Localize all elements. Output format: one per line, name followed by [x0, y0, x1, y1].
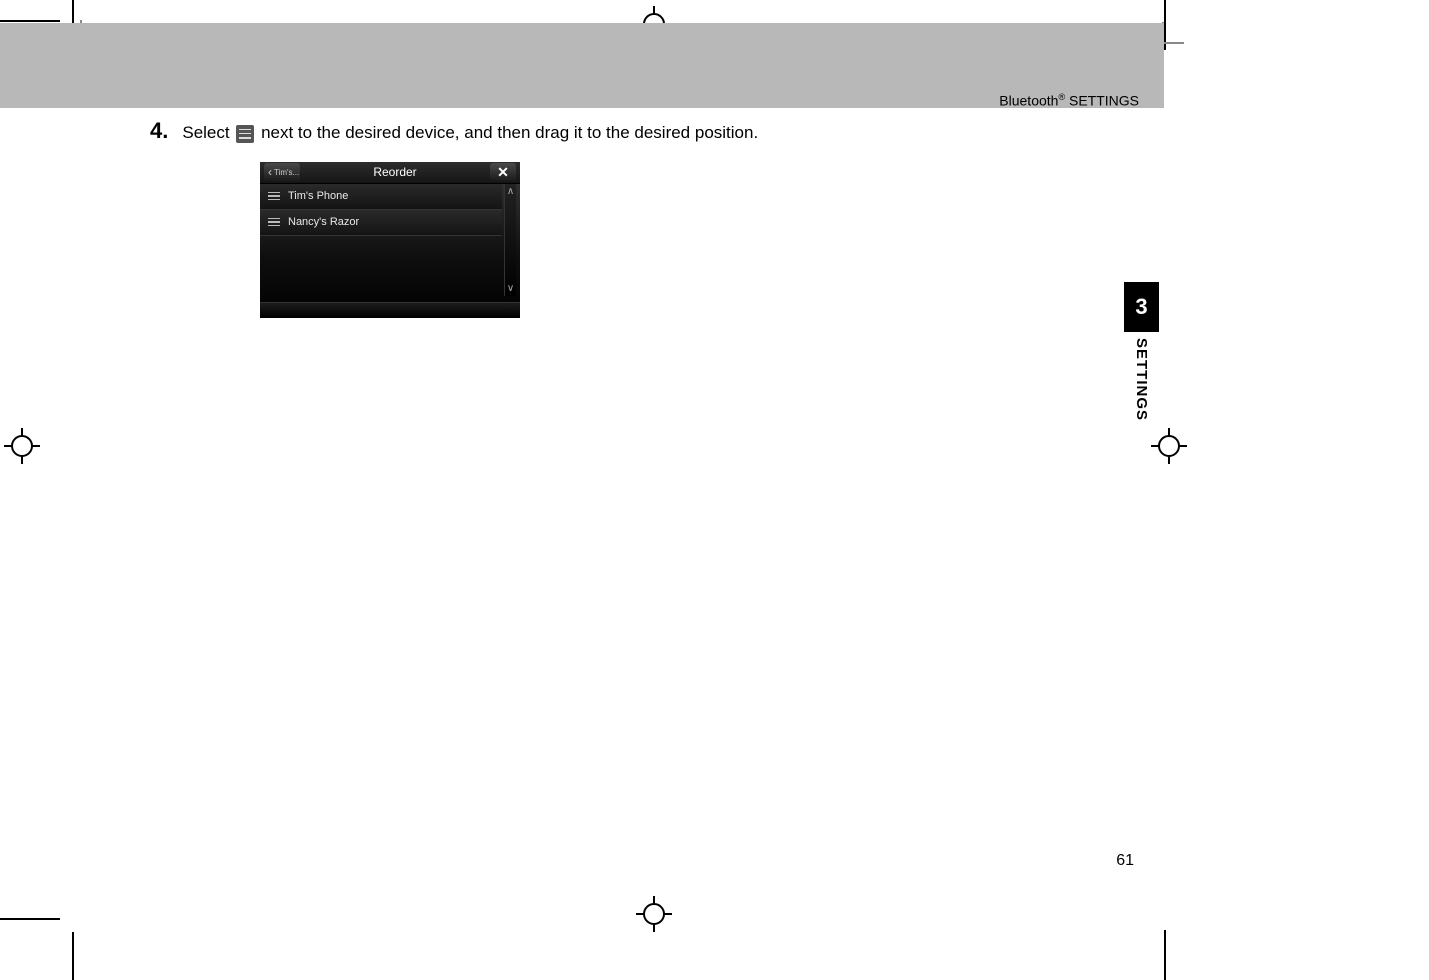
crop-mark — [0, 20, 60, 22]
breadcrumb-prefix: Bluetooth — [999, 93, 1058, 109]
section-number: 3 — [1124, 282, 1159, 332]
list-item[interactable]: Nancy's Razor — [260, 210, 502, 236]
list-item[interactable]: Tim's Phone — [260, 184, 502, 210]
page-number: 61 — [1116, 852, 1134, 870]
section-tab: 3 SETTINGS — [1124, 282, 1159, 421]
scroll-down-icon[interactable]: ∨ — [505, 281, 516, 296]
registration-mark-icon — [4, 428, 40, 464]
crop-mark — [1162, 22, 1184, 44]
step-4: 4. Select next to the desired device, an… — [150, 120, 1150, 146]
drag-handle-icon — [236, 125, 254, 143]
back-button[interactable]: ‹ Tim's... — [264, 163, 300, 181]
crop-mark — [0, 918, 60, 920]
breadcrumb: Bluetooth® SETTINGS — [999, 92, 1139, 109]
registration-mark-icon — [1151, 428, 1187, 464]
step-text: Select next to the desired device, and t… — [182, 120, 758, 146]
device-list: Tim's Phone Nancy's Razor — [260, 184, 502, 300]
step-text-before: Select — [182, 123, 234, 142]
crop-mark — [72, 932, 74, 980]
screenshot-footer — [260, 302, 520, 318]
step-text-after: next to the desired device, and then dra… — [261, 123, 758, 142]
step-number: 4. — [150, 120, 168, 142]
close-button[interactable]: ✕ — [490, 163, 516, 181]
registration-mark-icon — [636, 896, 672, 932]
chevron-left-icon: ‹ — [268, 166, 272, 178]
back-label: Tim's... — [274, 168, 299, 177]
drag-handle-icon[interactable] — [268, 192, 280, 201]
section-label: SETTINGS — [1133, 338, 1150, 421]
screen-title: Reorder — [300, 165, 490, 179]
scrollbar[interactable]: ∧ ∨ — [504, 184, 516, 296]
crop-mark — [1164, 930, 1166, 980]
screenshot-header: ‹ Tim's... Reorder ✕ — [260, 162, 520, 184]
device-name: Nancy's Razor — [288, 216, 359, 228]
reorder-screenshot: ‹ Tim's... Reorder ✕ Tim's Phone Nancy's… — [260, 162, 520, 318]
scroll-up-icon[interactable]: ∧ — [505, 184, 516, 199]
device-name: Tim's Phone — [288, 190, 348, 202]
page-content: 4. Select next to the desired device, an… — [150, 120, 1150, 318]
header-band — [0, 23, 1164, 108]
breadcrumb-suffix: SETTINGS — [1065, 93, 1139, 109]
close-icon: ✕ — [497, 164, 509, 181]
drag-handle-icon[interactable] — [268, 218, 280, 227]
